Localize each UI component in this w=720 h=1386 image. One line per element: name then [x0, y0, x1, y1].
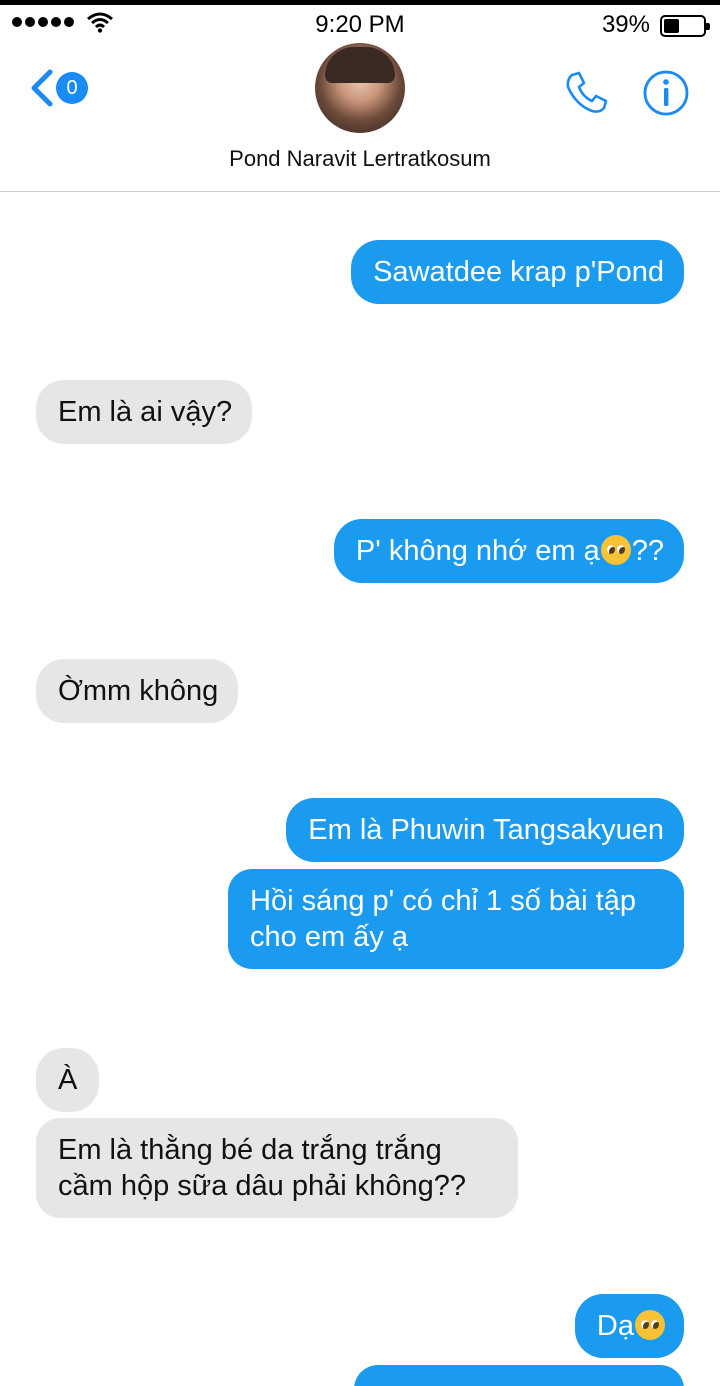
- message-list[interactable]: Sawatdee krap p'Pond Em là ai vậy? P' kh…: [0, 193, 720, 1386]
- message-text: Sawatdee krap p'Pond: [373, 256, 664, 288]
- phone-icon[interactable]: [562, 69, 610, 117]
- unread-count-badge: 0: [56, 72, 88, 104]
- message-bubble-incoming[interactable]: Ờmm không: [36, 659, 239, 723]
- pleading-face-emoji-icon: [600, 535, 631, 565]
- message-text: Em là Phuwin Tangsakyuen: [308, 814, 664, 846]
- message-text: Ờmm không: [58, 675, 219, 707]
- message-text: À: [58, 1064, 78, 1096]
- message-bubble-outgoing[interactable]: Hồi sáng p' có chỉ 1 số bài tập cho em ấ…: [228, 869, 684, 969]
- message-bubble-incoming[interactable]: Em là ai vậy?: [36, 380, 253, 444]
- battery-percent: 39%: [601, 11, 650, 38]
- message-bubble-outgoing[interactable]: Sawatdee krap p'Pond: [351, 240, 684, 304]
- pleading-face-emoji-icon: [635, 1310, 665, 1340]
- avatar[interactable]: [315, 43, 405, 133]
- message-text: P' không nhớ em ạ: [355, 535, 600, 567]
- message-text: Em là ai vậy?: [58, 396, 233, 428]
- message-bubble-outgoing[interactable]: Em là Phuwin Tangsakyuen: [286, 798, 684, 862]
- back-button[interactable]: 0: [28, 68, 88, 108]
- battery-fill: [664, 19, 679, 33]
- message-bubble-outgoing-partial[interactable]: [354, 1365, 684, 1386]
- back-chevron-icon: [31, 69, 53, 107]
- info-icon[interactable]: [642, 69, 690, 117]
- message-text-line: cầm hộp sữa dâu phải không??: [58, 1170, 466, 1202]
- message-bubble-outgoing[interactable]: P' không nhớ em ạ??: [333, 519, 684, 583]
- status-bar: 9:20 PM 39%: [0, 5, 720, 43]
- battery-icon: [660, 15, 710, 37]
- conversation-header: 0 Pond Naravit Lertratkosum: [0, 43, 720, 192]
- message-bubble-incoming[interactable]: Em là thằng bé da trắng trắng cầm hộp sữ…: [36, 1118, 518, 1218]
- message-text-line: Hồi sáng p' có chỉ 1 số bài tập: [250, 885, 636, 917]
- message-text-line: Em là thằng bé da trắng trắng: [58, 1134, 442, 1166]
- message-bubble-incoming[interactable]: À: [36, 1048, 100, 1112]
- contact-name[interactable]: Pond Naravit Lertratkosum: [0, 146, 720, 172]
- message-text-suffix: ??: [631, 535, 664, 567]
- message-bubble-outgoing[interactable]: Dạ: [574, 1294, 684, 1358]
- message-text-line: cho em ấy ạ: [250, 921, 408, 953]
- message-text: Dạ: [596, 1310, 634, 1342]
